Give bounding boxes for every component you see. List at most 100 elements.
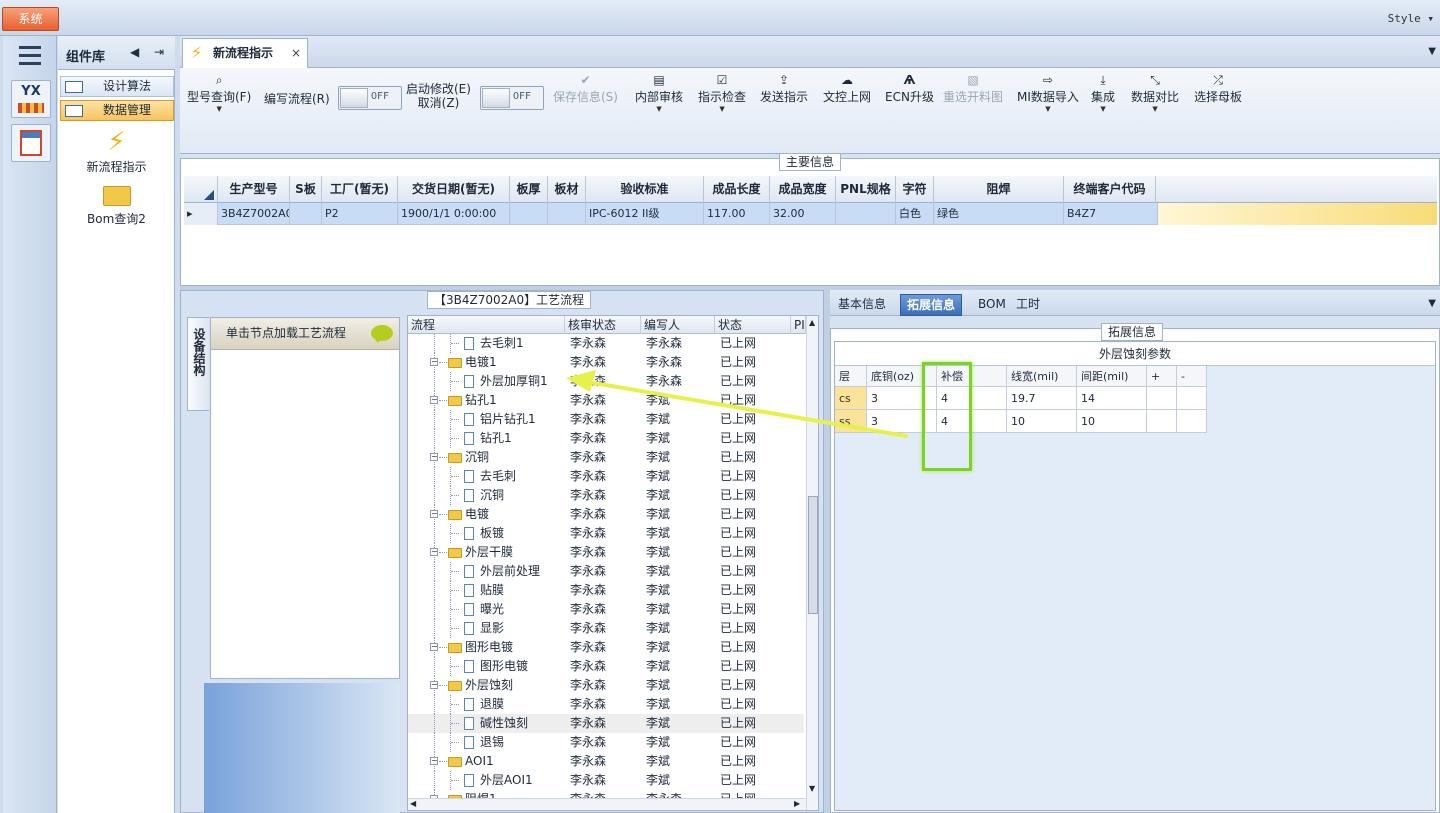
collapse-icon[interactable]: − (430, 548, 438, 556)
tree-vertical-scrollbar[interactable]: ▲ ▼ (806, 316, 818, 810)
tab-new-flow[interactable]: ⚡ 新流程指示 × (182, 38, 308, 69)
table-row[interactable]: ▸ 3B4Z7002A0 P2 1900/1/1 0:00:00 IPC-601… (184, 203, 1437, 225)
col-header[interactable]: 编写人 (641, 316, 715, 334)
select-master-button[interactable]: ⤮ 选择母板 (1194, 72, 1242, 105)
tree-row[interactable]: − 图形电镀 李永森 李斌 已上网 (408, 638, 804, 657)
scroll-right-icon[interactable]: ▶ (794, 799, 800, 808)
col-header[interactable]: 层 (835, 366, 867, 387)
tree-row[interactable]: 碱性蚀刻 李永森 李斌 已上网 (408, 714, 804, 733)
etch-cell[interactable]: cs (835, 387, 867, 410)
ecn-upgrade-button[interactable]: Ѧ ECN升级 (885, 72, 934, 105)
etch-cell[interactable] (1177, 387, 1207, 410)
modify-toggle[interactable]: OFF (480, 86, 544, 110)
collapse-left-icon[interactable]: ◀ (130, 45, 139, 59)
edit-flow-toggle[interactable]: OFF (338, 86, 402, 110)
widget-new-flow[interactable]: ⚡ 新流程指示 (58, 126, 175, 175)
scroll-up-icon[interactable]: ▲ (809, 318, 815, 327)
col-header[interactable]: PI (791, 316, 806, 334)
col-header[interactable]: 板材 (548, 176, 586, 203)
integrate-button[interactable]: ⤓ 集成 ▼ (1091, 72, 1115, 113)
scroll-thumb[interactable] (808, 496, 818, 614)
collapse-icon[interactable]: − (430, 396, 438, 404)
style-menu[interactable]: Style ▾ (1388, 12, 1434, 25)
tree-row[interactable]: 外层AOI1 李永森 李斌 已上网 (408, 771, 804, 790)
mi-import-button[interactable]: ⇨ MI数据导入 ▼ (1017, 72, 1079, 113)
col-header[interactable]: 线宽(mil) (1007, 366, 1077, 387)
col-header[interactable]: 交货日期(暂无) (398, 176, 510, 203)
tree-row[interactable]: 退膜 李永森 李斌 已上网 (408, 695, 804, 714)
tab-dropdown-icon[interactable]: ▼ (1428, 298, 1436, 309)
check-button[interactable]: ☑ 指示检查 ▼ (698, 72, 746, 113)
col-header[interactable]: 成品宽度 (770, 176, 836, 203)
etch-cell[interactable]: 19.7 (1007, 387, 1077, 410)
tree-row[interactable]: − 电镀1 李永森 李永森 已上网 (408, 353, 804, 372)
calculator-icon[interactable] (11, 124, 51, 162)
doc-online-button[interactable]: ☁ 文控上网 (823, 72, 871, 105)
tree-row[interactable]: 钻孔1 李永森 李斌 已上网 (408, 429, 804, 448)
collapse-icon[interactable]: − (430, 453, 438, 461)
col-header[interactable]: 流程 (408, 316, 565, 334)
query-button[interactable]: ⌕ 型号查询(F) ▼ (187, 72, 251, 113)
etch-cell[interactable] (1147, 410, 1177, 433)
tree-row[interactable]: 显影 李永森 李斌 已上网 (408, 619, 804, 638)
table-cell[interactable]: B4Z7 (1064, 203, 1158, 225)
tree-row[interactable]: − 沉铜 李永森 李斌 已上网 (408, 448, 804, 467)
tree-row[interactable]: 贴膜 李永森 李斌 已上网 (408, 581, 804, 600)
col-header[interactable]: S板 (290, 176, 322, 203)
system-button[interactable]: 系统 (2, 7, 59, 31)
col-header[interactable]: 成品长度 (704, 176, 770, 203)
modify-label[interactable]: 启动修改(E) 取消(Z) (406, 82, 471, 110)
tab-work-hours[interactable]: 工时 (1010, 294, 1046, 316)
tree-horizontal-scrollbar[interactable]: ◀ ▶ (408, 798, 806, 810)
tab-basic-info[interactable]: 基本信息 (832, 294, 892, 316)
col-header[interactable]: 工厂(暂无) (322, 176, 398, 203)
nav-item-data-management[interactable]: 数据管理 (60, 100, 174, 121)
scroll-down-icon[interactable]: ▼ (809, 784, 815, 793)
col-header[interactable]: 阻焊 (934, 176, 1064, 203)
tree-row[interactable]: − AOI1 李永森 李斌 已上网 (408, 752, 804, 771)
tree-row[interactable]: − 外层干膜 李永森 李斌 已上网 (408, 543, 804, 562)
close-icon[interactable]: × (291, 39, 301, 67)
table-cell[interactable] (836, 203, 896, 225)
add-column-button[interactable]: + (1147, 366, 1177, 387)
data-compare-button[interactable]: ⤡ 数据对比 ▼ (1131, 72, 1179, 113)
table-cell[interactable]: 绿色 (934, 203, 1064, 225)
yx-factory-icon[interactable]: YX (11, 80, 51, 118)
scroll-left-icon[interactable]: ◀ (410, 799, 416, 808)
collapse-icon[interactable]: − (430, 757, 438, 765)
tree-row[interactable]: 铝片钻孔1 李永森 李斌 已上网 (408, 410, 804, 429)
tree-row[interactable]: − 电镀 李永森 李斌 已上网 (408, 505, 804, 524)
table-cell[interactable] (510, 203, 548, 225)
collapse-icon[interactable]: − (430, 510, 438, 518)
tab-extended-info[interactable]: 拓展信息 (900, 294, 963, 316)
load-flow-hint[interactable]: 单击节点加载工艺流程 (211, 318, 399, 350)
tab-equipment-structure[interactable]: 设备结构 (187, 317, 209, 411)
tree-row[interactable]: 图形电镀 李永森 李斌 已上网 (408, 657, 804, 676)
etch-cell[interactable]: ss (835, 410, 867, 433)
col-header[interactable]: 字符 (896, 176, 934, 203)
etch-cell[interactable]: 10 (1077, 410, 1147, 433)
col-header[interactable]: 验收标准 (586, 176, 704, 203)
hamburger-menu-icon[interactable] (13, 42, 47, 70)
nav-item-design-algorithm[interactable]: 设计算法 (60, 76, 174, 97)
remove-column-button[interactable]: - (1177, 366, 1207, 387)
tree-row[interactable]: 板镀 李永森 李斌 已上网 (408, 524, 804, 543)
etch-cell[interactable] (1147, 387, 1177, 410)
col-header[interactable]: 生产型号 (218, 176, 290, 203)
widget-bom-query[interactable]: Bom查询2 (58, 184, 175, 227)
tree-row[interactable]: − 外层蚀刻 李永森 李斌 已上网 (408, 676, 804, 695)
table-cell[interactable]: 1900/1/1 0:00:00 (398, 203, 510, 225)
table-cell[interactable] (290, 203, 322, 225)
col-header[interactable]: 状态 (715, 316, 791, 334)
send-button[interactable]: ⇪ 发送指示 (760, 72, 808, 105)
table-cell[interactable]: 117.00 (704, 203, 770, 225)
table-cell[interactable]: 32.00 (770, 203, 836, 225)
tab-bom[interactable]: BOM (972, 294, 1012, 316)
col-header[interactable]: 终端客户代码 (1064, 176, 1156, 203)
collapse-icon[interactable]: − (430, 681, 438, 689)
tree-row[interactable]: 外层加厚铜1 李永森 李永森 已上网 (408, 372, 804, 391)
etch-cell[interactable]: 10 (1007, 410, 1077, 433)
table-cell[interactable] (548, 203, 586, 225)
table-cell[interactable]: 3B4Z7002A0 (218, 203, 290, 225)
tree-row[interactable]: 去毛刺1 李永森 李永森 已上网 (408, 334, 804, 353)
